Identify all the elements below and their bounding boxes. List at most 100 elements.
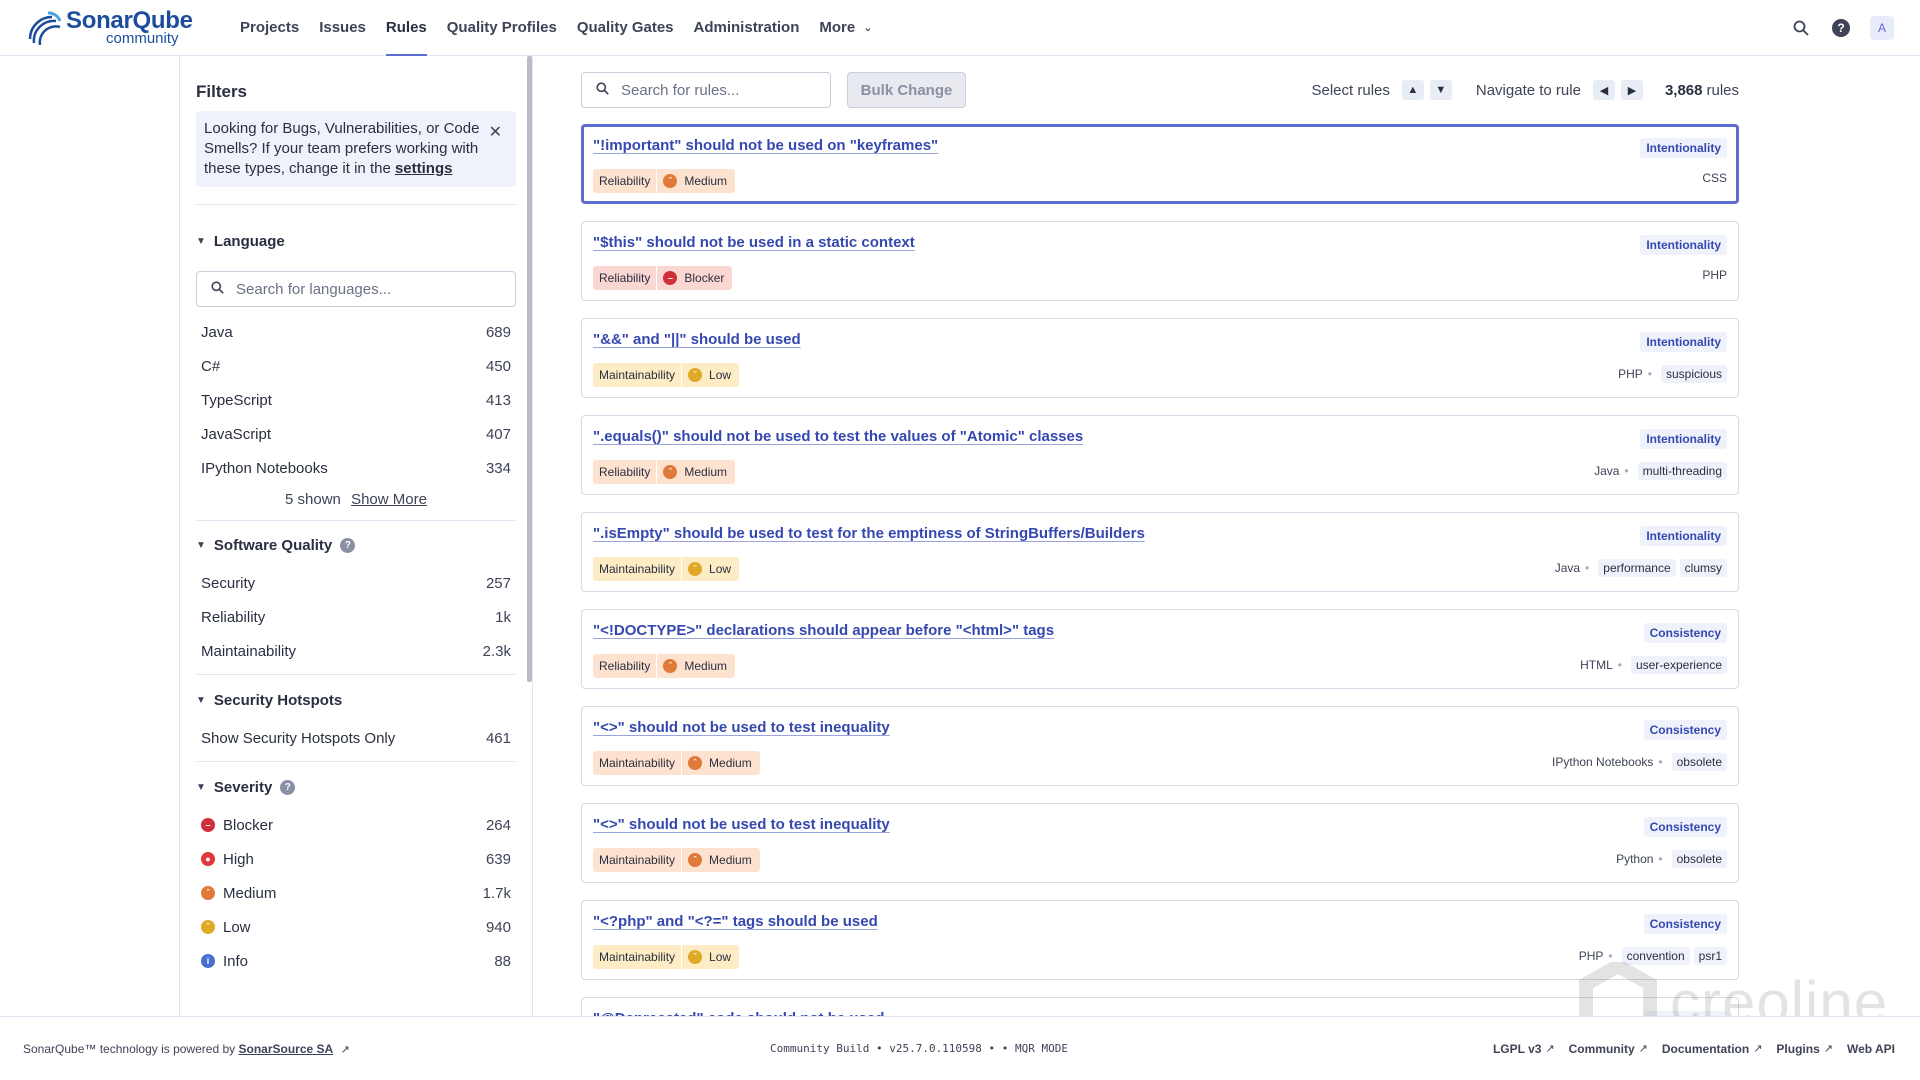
sonarsource-link[interactable]: SonarSource SA bbox=[238, 1042, 333, 1056]
rule-item[interactable]: "@Deprecated" code should not be usedCon… bbox=[581, 997, 1739, 1016]
facet-item-count: 689 bbox=[485, 323, 511, 341]
facet-item-javascript[interactable]: JavaScript 407 bbox=[196, 417, 516, 451]
facet-item-label: JavaScript bbox=[201, 425, 272, 443]
facet-item-security[interactable]: Security 257 bbox=[196, 566, 516, 600]
rule-title-link[interactable]: ".equals()" should not be used to test t… bbox=[593, 428, 1083, 445]
nav-more[interactable]: More ⌄ bbox=[809, 0, 882, 56]
nav-rules[interactable]: Rules bbox=[376, 0, 437, 57]
nav-projects[interactable]: Projects bbox=[230, 0, 309, 56]
avatar[interactable]: A bbox=[1870, 15, 1894, 40]
rule-title-link[interactable]: "&&" and "||" should be used bbox=[593, 331, 801, 348]
footer-link-lgpl[interactable]: LGPL v3 ↗ bbox=[1493, 1042, 1555, 1056]
footer-link-documentation[interactable]: Documentation ↗ bbox=[1662, 1042, 1763, 1056]
rule-tag[interactable]: user-experience bbox=[1630, 656, 1727, 674]
facet-item-reliability[interactable]: Reliability 1k bbox=[196, 600, 516, 634]
rule-item[interactable]: "$this" should not be used in a static c… bbox=[581, 221, 1739, 301]
facet-item-count: 1k bbox=[495, 608, 511, 626]
show-more-link[interactable]: Show More bbox=[351, 491, 427, 508]
facet-item-label: C# bbox=[201, 357, 221, 375]
facet-item-label: TypeScript bbox=[201, 391, 272, 409]
nav-administration[interactable]: Administration bbox=[684, 0, 810, 56]
help-icon[interactable]: ? bbox=[280, 780, 296, 795]
rule-title-link[interactable]: "<?php" and "<?=" tags should be used bbox=[593, 913, 878, 930]
facet-item-hotspots-only[interactable]: Show Security Hotspots Only 461 bbox=[196, 721, 516, 755]
footer-link-label: Documentation bbox=[1661, 1041, 1750, 1056]
clean-code-attribute-badge: Consistency bbox=[1643, 623, 1727, 643]
language-search-input[interactable]: Search for languages... bbox=[196, 271, 516, 307]
rule-count-label: rules bbox=[1706, 81, 1739, 99]
rule-title-link[interactable]: "!important" should not be used on "keyf… bbox=[593, 137, 938, 154]
severity-medium-icon: ˆ bbox=[663, 174, 678, 188]
software-quality-impact: Reliability ˆ Medium bbox=[593, 169, 736, 193]
arrow-left-key-icon: ◀ bbox=[1592, 80, 1615, 100]
rule-title-link[interactable]: "<!DOCTYPE>" declarations should appear … bbox=[593, 622, 1054, 639]
rule-title-link[interactable]: "<>" should not be used to test inequali… bbox=[593, 816, 890, 833]
facet-item-java[interactable]: Java 689 bbox=[196, 315, 516, 349]
bulk-change-button[interactable]: Bulk Change bbox=[847, 72, 966, 108]
rule-item[interactable]: ".isEmpty" should be used to test for th… bbox=[581, 512, 1739, 592]
rule-search-input[interactable]: Search for rules... bbox=[581, 72, 831, 108]
sidebar-scrollbar[interactable] bbox=[527, 56, 532, 682]
software-quality-impact: Maintainability ˇ Low bbox=[593, 363, 740, 387]
nav-issues[interactable]: Issues bbox=[309, 0, 376, 56]
rule-language: IPython Notebooks bbox=[1552, 755, 1654, 769]
rule-item[interactable]: ".equals()" should not be used to test t… bbox=[581, 415, 1739, 495]
severity-blocker-icon: – bbox=[201, 818, 215, 832]
rule-tag[interactable]: suspicious bbox=[1660, 365, 1727, 383]
rule-tag[interactable]: clumsy bbox=[1679, 559, 1727, 577]
close-icon[interactable]: ✕ bbox=[489, 123, 502, 143]
rule-language: PHP bbox=[1578, 949, 1604, 963]
facet-item-ipython[interactable]: IPython Notebooks 334 bbox=[196, 451, 516, 485]
facet-item-severity-blocker[interactable]: – Blocker 264 bbox=[196, 808, 516, 842]
facet-item-count: 639 bbox=[485, 850, 511, 868]
sonarqube-logo[interactable]: SonarQube community bbox=[26, 6, 200, 50]
software-quality-impact: Maintainability ˆ Medium bbox=[593, 848, 760, 872]
facet-item-typescript[interactable]: TypeScript 413 bbox=[196, 383, 516, 417]
facet-item-maintainability[interactable]: Maintainability 2.3k bbox=[196, 634, 516, 668]
external-link-icon: ↗ bbox=[1823, 1043, 1833, 1055]
facet-language-header[interactable]: ▼ Language bbox=[196, 233, 504, 250]
facet-security-hotspots-header[interactable]: ▼ Security Hotspots bbox=[196, 692, 504, 709]
help-icon[interactable]: ? bbox=[340, 538, 356, 553]
footer-link-community[interactable]: Community ↗ bbox=[1569, 1042, 1648, 1056]
rule-item[interactable]: "!important" should not be used on "keyf… bbox=[581, 124, 1739, 204]
rule-title-link[interactable]: "$this" should not be used in a static c… bbox=[593, 234, 915, 251]
rule-item[interactable]: "<>" should not be used to test inequali… bbox=[581, 803, 1739, 883]
clean-code-attribute-badge: Consistency bbox=[1643, 720, 1727, 740]
footer-link-label: Web API bbox=[1846, 1041, 1895, 1056]
nav-quality-gates[interactable]: Quality Gates bbox=[567, 0, 684, 56]
navigate-rule-label: Navigate to rule bbox=[1475, 81, 1581, 99]
footer-link-label: Community bbox=[1568, 1041, 1635, 1056]
footer-link-web-api[interactable]: Web API bbox=[1847, 1042, 1895, 1056]
facet-item-severity-low[interactable]: ˇ Low 940 bbox=[196, 910, 516, 944]
help-icon[interactable]: ? bbox=[1830, 17, 1852, 39]
rule-item[interactable]: "&&" and "||" should be used Intentionali… bbox=[581, 318, 1739, 398]
page-footer: SonarQube™ technology is powered by Sona… bbox=[0, 1016, 1920, 1080]
facet-severity-header[interactable]: ▼ Severity ? bbox=[196, 779, 504, 796]
separator-dot: • bbox=[1585, 561, 1590, 575]
rule-title-link[interactable]: ".isEmpty" should be used to test for th… bbox=[593, 525, 1145, 542]
facet-item-severity-info[interactable]: i Info 88 bbox=[196, 944, 516, 978]
rule-tag[interactable]: performance bbox=[1598, 559, 1676, 577]
severity-low-icon: ˇ bbox=[688, 950, 703, 964]
software-quality-label: Maintainability bbox=[593, 363, 682, 387]
facet-item-label-wrap: – Blocker bbox=[201, 817, 273, 834]
facet-item-count: 1.7k bbox=[482, 884, 511, 902]
rule-item[interactable]: "<?php" and "<?=" tags should be used Con… bbox=[581, 900, 1739, 980]
facet-item-severity-medium[interactable]: ˆ Medium 1.7k bbox=[196, 876, 516, 910]
software-quality-impact: Maintainability ˇ Low bbox=[593, 945, 740, 969]
nav-quality-profiles[interactable]: Quality Profiles bbox=[437, 0, 567, 56]
rule-tag[interactable]: obsolete bbox=[1671, 753, 1727, 771]
settings-link[interactable]: settings bbox=[395, 160, 453, 177]
footer-link-plugins[interactable]: Plugins ↗ bbox=[1776, 1042, 1833, 1056]
rule-item[interactable]: "<!DOCTYPE>" declarations should appear … bbox=[581, 609, 1739, 689]
rule-tag[interactable]: multi-threading bbox=[1637, 462, 1727, 480]
rule-item[interactable]: "<>" should not be used to test inequali… bbox=[581, 706, 1739, 786]
rule-meta: IPython Notebooks • obsolete bbox=[1552, 753, 1727, 771]
facet-item-severity-high[interactable]: ● High 639 bbox=[196, 842, 516, 876]
facet-software-quality-header[interactable]: ▼ Software Quality ? bbox=[196, 537, 504, 554]
facet-item-csharp[interactable]: C# 450 bbox=[196, 349, 516, 383]
rule-title-link[interactable]: "<>" should not be used to test inequali… bbox=[593, 719, 890, 736]
rule-tag[interactable]: obsolete bbox=[1671, 850, 1727, 868]
search-icon[interactable] bbox=[1790, 17, 1812, 39]
